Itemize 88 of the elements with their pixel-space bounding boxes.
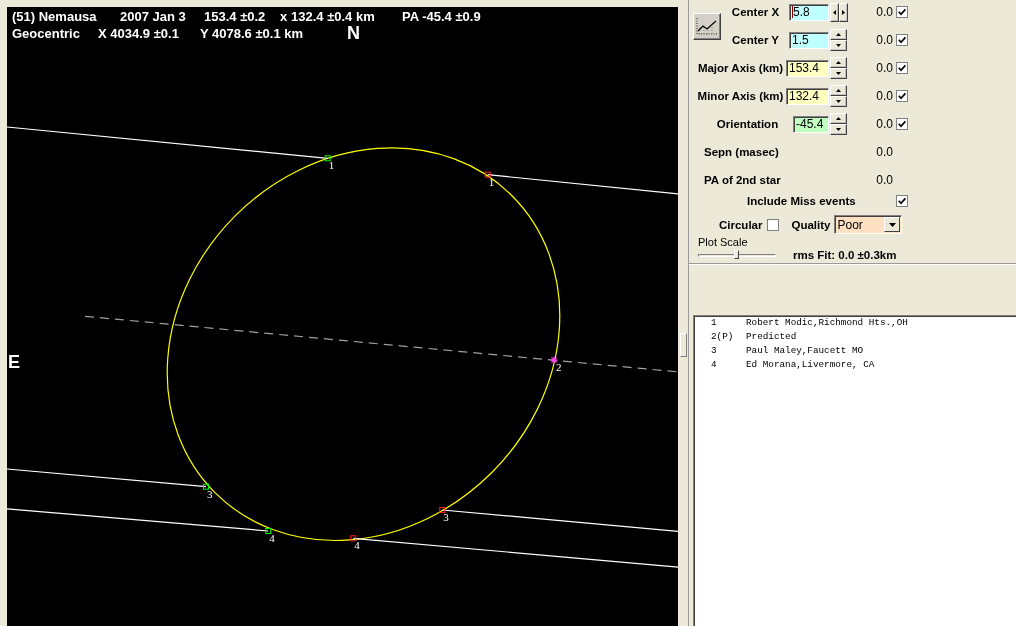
down-arrow-icon xyxy=(836,72,841,75)
residual-value: 0.0 xyxy=(876,117,893,131)
spin-up-button[interactable] xyxy=(830,85,847,96)
up-arrow-icon xyxy=(836,89,841,92)
parameter-label: Major Axis (km) xyxy=(696,62,785,74)
parameter-label: PA of 2nd star xyxy=(703,174,781,186)
up-arrow-icon xyxy=(836,117,841,120)
parameter-field[interactable]: 132.4 xyxy=(786,87,829,105)
spin-down-button[interactable] xyxy=(830,40,847,51)
chord-number-label: 4 xyxy=(354,539,360,552)
checkbox[interactable] xyxy=(896,90,908,102)
checkbox[interactable] xyxy=(896,62,908,74)
checkbox-label: Include Miss events xyxy=(746,195,856,207)
geocentric-text: Geocentric xyxy=(12,26,80,41)
spin-right-button[interactable] xyxy=(839,2,848,22)
residual-value: 0.0 xyxy=(876,5,893,19)
plot-title-text: 153.4 ±0.2 xyxy=(204,9,266,24)
rms-fit-text: rms Fit: 0.0 ±0.3km xyxy=(793,249,897,261)
plot-title-text: x xyxy=(280,9,288,24)
slider-thumb[interactable] xyxy=(734,249,739,259)
parameter-field[interactable]: -45.4 xyxy=(793,115,829,133)
checkbox[interactable] xyxy=(767,218,780,231)
asterisk-marker-icon xyxy=(549,355,559,365)
down-arrow-icon xyxy=(836,100,841,103)
event-marker-icon xyxy=(439,507,446,513)
plot-title-text: PA -45.4 ±0.9 xyxy=(402,9,481,24)
spin-down-button[interactable] xyxy=(830,124,847,135)
event-marker-icon xyxy=(484,171,491,178)
checkbox-label: Circular xyxy=(719,218,763,231)
spin-left-button[interactable] xyxy=(830,2,839,22)
chord-number-label: 1 xyxy=(328,159,335,172)
readout-value: 0.0 xyxy=(876,145,893,159)
chord-number-label: 2 xyxy=(556,361,562,373)
observer-list-item[interactable]: 1 Robert Modic,Richmond Hts.,OH xyxy=(694,316,1016,330)
chord-number-label: 1 xyxy=(488,175,495,188)
quality-dropdown[interactable]: Poor xyxy=(834,215,903,234)
observer-list-item[interactable]: 4 Ed Morana,Livermore, CA xyxy=(694,358,1016,372)
left-arrow-icon xyxy=(833,9,836,15)
dropdown-arrow-button[interactable] xyxy=(884,217,901,232)
event-marker-icon xyxy=(265,528,272,534)
event-marker-icon xyxy=(350,535,357,542)
caret-icon xyxy=(888,222,896,227)
parameter-field[interactable]: 153.4 xyxy=(786,59,829,77)
chord-number-label: 4 xyxy=(269,532,275,544)
fit-button[interactable] xyxy=(693,12,721,40)
up-arrow-icon xyxy=(836,61,841,64)
down-arrow-icon xyxy=(836,128,841,131)
parameter-label: Center Y xyxy=(730,34,781,46)
spin-up-button[interactable] xyxy=(830,29,847,40)
plot-title-text: 2007 Jan 3 xyxy=(120,9,186,24)
parameter-label: Center X xyxy=(730,6,781,18)
geocentric-text: Y 4078.6 ±0.1 km xyxy=(200,26,304,41)
residual-value: 0.0 xyxy=(876,61,893,75)
slider-label: Plot Scale xyxy=(698,237,749,248)
geocentric-text: X 4034.9 ±0.1 xyxy=(98,26,179,41)
slider-track[interactable] xyxy=(698,253,776,257)
plot-title-text: 132.4 ±0.4 km xyxy=(291,9,375,24)
up-arrow-icon xyxy=(836,33,841,36)
chart-icon xyxy=(696,17,718,35)
right-arrow-icon xyxy=(842,9,845,15)
east-label: E xyxy=(8,352,20,372)
parameter-field[interactable]: 1.5 xyxy=(789,31,829,49)
chord-number-label: 3 xyxy=(443,511,449,523)
chord-number-label: 3 xyxy=(207,487,213,500)
spin-down-button[interactable] xyxy=(830,96,847,107)
spin-up-button[interactable] xyxy=(830,113,847,124)
residual-value: 0.0 xyxy=(876,89,893,103)
residual-value: 0.0 xyxy=(876,33,893,47)
plot-title-text: (51) Nemausa xyxy=(12,9,97,24)
splitter-handle[interactable] xyxy=(680,333,687,357)
spin-up-button[interactable] xyxy=(830,57,847,68)
down-arrow-icon xyxy=(836,44,841,47)
event-marker-icon xyxy=(203,483,209,490)
checkbox[interactable] xyxy=(896,6,908,18)
north-label: N xyxy=(347,23,360,43)
observer-list-item[interactable]: 3 Paul Maley,Faucett MO xyxy=(694,344,1016,358)
parameter-label: Orientation xyxy=(715,118,780,130)
parameter-field[interactable]: 5.8 xyxy=(789,3,829,21)
checkbox[interactable] xyxy=(896,195,908,207)
checkbox[interactable] xyxy=(896,34,908,46)
checkbox[interactable] xyxy=(896,118,908,130)
parameter-label: Minor Axis (km) xyxy=(696,90,785,102)
readout-value: 0.0 xyxy=(876,173,893,187)
spin-down-button[interactable] xyxy=(830,68,847,79)
dropdown-label: Quality xyxy=(791,218,831,231)
parameter-label: Sepn (masec) xyxy=(703,146,779,158)
event-marker-icon xyxy=(324,155,331,162)
observer-list-item[interactable]: 2(P) Predicted xyxy=(694,330,1016,344)
